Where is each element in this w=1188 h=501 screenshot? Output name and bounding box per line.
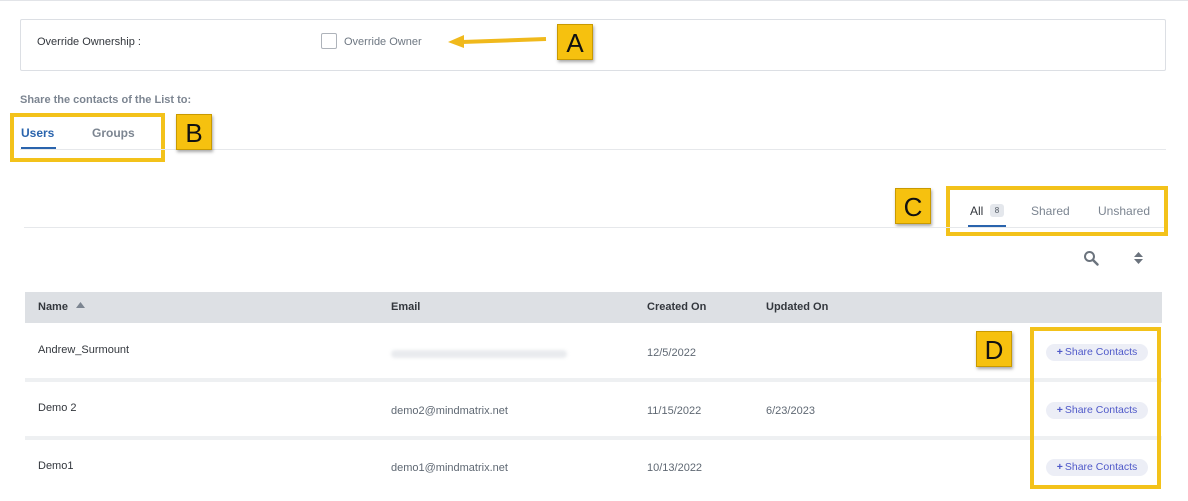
tab-users[interactable]: Users (21, 126, 54, 140)
callout-b: B (176, 114, 212, 150)
table-header: Name Email Created On Updated On (25, 292, 1162, 323)
row-name: Demo 2 (38, 402, 77, 414)
row-updated-on: 6/23/2023 (766, 405, 815, 417)
column-header-name[interactable]: Name (38, 301, 68, 313)
arrow-icon (448, 35, 547, 48)
row-email: demo1@mindmatrix.net (391, 462, 508, 474)
search-icon[interactable] (1083, 250, 1099, 266)
column-header-email[interactable]: Email (391, 301, 420, 313)
sort-icon[interactable] (1133, 250, 1144, 266)
sort-asc-icon[interactable] (76, 302, 85, 308)
callout-d: D (976, 331, 1012, 367)
override-owner-checkbox-label[interactable]: Override Owner (344, 36, 422, 48)
table-row: Demo 2 demo2@mindmatrix.net 11/15/2022 6… (25, 382, 1162, 436)
highlight-box-d (1030, 327, 1161, 489)
redacted-email (391, 350, 567, 358)
row-name: Andrew_Surmount (38, 344, 130, 356)
row-created-on: 12/5/2022 (647, 347, 696, 359)
top-border (0, 0, 1188, 1)
column-header-created-on[interactable]: Created On (647, 301, 706, 313)
filter-tab-unshared[interactable]: Unshared (1098, 204, 1150, 218)
override-owner-checkbox[interactable] (321, 33, 337, 49)
row-created-on: 10/13/2022 (647, 462, 703, 474)
row-name: Demo1 (38, 460, 74, 472)
row-email: demo2@mindmatrix.net (391, 405, 508, 417)
table-row: Demo1 demo1@mindmatrix.net 10/13/2022 + S… (25, 440, 1162, 494)
column-header-updated-on[interactable]: Updated On (766, 301, 828, 313)
override-ownership-label: Override Ownership : (37, 36, 141, 48)
filter-divider (24, 227, 1164, 228)
row-created-on: 11/15/2022 (647, 405, 702, 417)
callout-a: A (557, 24, 593, 60)
share-section-title: Share the contacts of the List to: (20, 94, 192, 106)
filter-tab-shared[interactable]: Shared (1031, 204, 1070, 218)
count-badge: 8 (990, 204, 1004, 217)
tab-groups[interactable]: Groups (92, 126, 135, 140)
filter-tab-all[interactable]: All (970, 204, 983, 218)
override-ownership-panel: Override Ownership : Override Owner (20, 19, 1166, 71)
callout-c: C (895, 188, 931, 224)
